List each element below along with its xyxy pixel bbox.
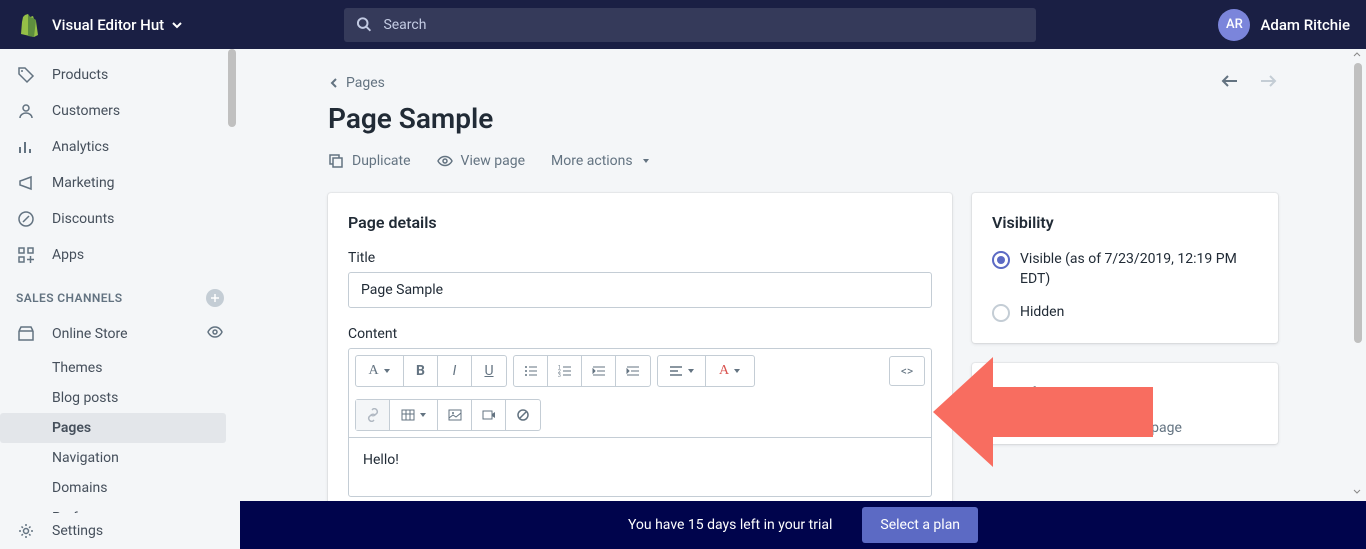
editor-toolbar: A B I U 123 — [348, 348, 932, 437]
card-title: Page details — [348, 213, 932, 232]
radio-icon — [992, 251, 1010, 269]
caret-down-icon — [641, 156, 651, 166]
template-card: Template Select a template for this page — [972, 363, 1278, 444]
number-list-button[interactable]: 123 — [548, 356, 582, 386]
chevron-left-icon — [328, 77, 340, 89]
card-title: Visibility — [992, 213, 1258, 232]
tag-icon — [16, 65, 36, 85]
radio-icon — [992, 304, 1010, 322]
nav-settings[interactable]: Settings — [0, 513, 240, 549]
trial-message: You have 15 days left in your trial — [628, 517, 832, 533]
nav-label: Customers — [52, 103, 120, 119]
nav-online-store[interactable]: Online Store — [0, 315, 240, 353]
search-bar[interactable] — [344, 8, 1036, 42]
color-dropdown[interactable]: A — [706, 356, 754, 386]
search-input[interactable] — [383, 17, 1024, 33]
prev-page-button[interactable] — [1220, 73, 1240, 92]
visibility-card: Visibility Visible (as of 7/23/2019, 12:… — [972, 193, 1278, 343]
page-details-card: Page details Title Content A B I — [328, 193, 952, 517]
bullet-list-button[interactable] — [514, 356, 548, 386]
italic-button[interactable]: I — [438, 356, 472, 386]
nav-apps[interactable]: Apps — [0, 237, 240, 273]
clear-format-button[interactable] — [506, 400, 540, 430]
nav-label: Apps — [52, 247, 84, 263]
nav-discounts[interactable]: Discounts — [0, 201, 240, 237]
add-channel-button[interactable] — [206, 289, 224, 307]
page-title: Page Sample — [328, 102, 1278, 135]
underline-button[interactable]: U — [472, 356, 506, 386]
breadcrumb-back[interactable]: Pages — [328, 75, 385, 91]
format-dropdown[interactable]: A — [356, 356, 404, 386]
nav-marketing[interactable]: Marketing — [0, 165, 240, 201]
html-code-button[interactable]: <> — [889, 356, 925, 386]
template-hint: Select a template for this page — [992, 420, 1258, 436]
view-page-button[interactable]: View page — [437, 153, 526, 169]
apps-icon — [16, 245, 36, 265]
discount-icon — [16, 209, 36, 229]
sidebar-scrollbar[interactable] — [224, 49, 240, 549]
user-icon — [16, 101, 36, 121]
bold-button[interactable]: B — [404, 356, 438, 386]
duplicate-icon — [328, 153, 344, 169]
eye-icon[interactable] — [206, 323, 224, 345]
link-button[interactable] — [356, 400, 390, 430]
select-plan-button[interactable]: Select a plan — [862, 507, 978, 543]
subnav-blog-posts[interactable]: Blog posts — [52, 383, 240, 413]
outdent-button[interactable] — [582, 356, 616, 386]
chevron-down-icon[interactable] — [170, 18, 184, 32]
nav-label: Products — [52, 67, 108, 83]
nav-label: Discounts — [52, 211, 114, 227]
next-page-button[interactable] — [1258, 73, 1278, 92]
main-content: Pages Page Sample Duplicate View page — [240, 49, 1366, 549]
nav-label: Analytics — [52, 139, 109, 155]
nav-label: Online Store — [52, 326, 128, 342]
main-scrollbar[interactable] — [1350, 49, 1366, 549]
gear-icon — [16, 521, 36, 541]
video-button[interactable] — [472, 400, 506, 430]
bar-chart-icon — [16, 137, 36, 157]
eye-icon — [437, 153, 453, 169]
nav-analytics[interactable]: Analytics — [0, 129, 240, 165]
visibility-hidden-radio[interactable]: Hidden — [992, 303, 1258, 323]
visibility-visible-radio[interactable]: Visible (as of 7/23/2019, 12:19 PM EDT) — [992, 250, 1258, 289]
subnav-navigation[interactable]: Navigation — [52, 443, 240, 473]
subnav-pages[interactable]: Pages — [0, 413, 226, 443]
nav-label: Settings — [52, 523, 103, 539]
table-dropdown[interactable] — [390, 400, 438, 430]
avatar[interactable]: AR — [1218, 9, 1250, 41]
trial-bar: You have 15 days left in your trial Sele… — [240, 501, 1366, 549]
title-input[interactable] — [348, 272, 932, 308]
shopify-logo — [16, 13, 40, 37]
search-icon — [356, 16, 373, 34]
content-editor[interactable]: Hello! — [348, 437, 932, 497]
image-button[interactable] — [438, 400, 472, 430]
svg-text:3: 3 — [558, 373, 561, 378]
nav-label: Marketing — [52, 175, 115, 191]
nav-products[interactable]: Products — [0, 57, 240, 93]
nav-customers[interactable]: Customers — [0, 93, 240, 129]
more-actions-button[interactable]: More actions — [551, 153, 651, 169]
align-dropdown[interactable] — [658, 356, 706, 386]
top-bar: Visual Editor Hut AR Adam Ritchie — [0, 0, 1366, 49]
store-name[interactable]: Visual Editor Hut — [52, 16, 164, 34]
duplicate-button[interactable]: Duplicate — [328, 153, 411, 169]
content-label: Content — [348, 326, 932, 342]
store-icon — [16, 324, 36, 344]
subnav-themes[interactable]: Themes — [52, 353, 240, 383]
sales-channels-header: SALES CHANNELS — [0, 273, 240, 315]
subnav-domains[interactable]: Domains — [52, 473, 240, 503]
title-label: Title — [348, 250, 932, 266]
sidebar: Products Customers Analytics Marketing D… — [0, 49, 240, 549]
card-title: Template — [992, 383, 1258, 402]
username[interactable]: Adam Ritchie — [1260, 16, 1350, 34]
megaphone-icon — [16, 173, 36, 193]
indent-button[interactable] — [616, 356, 650, 386]
